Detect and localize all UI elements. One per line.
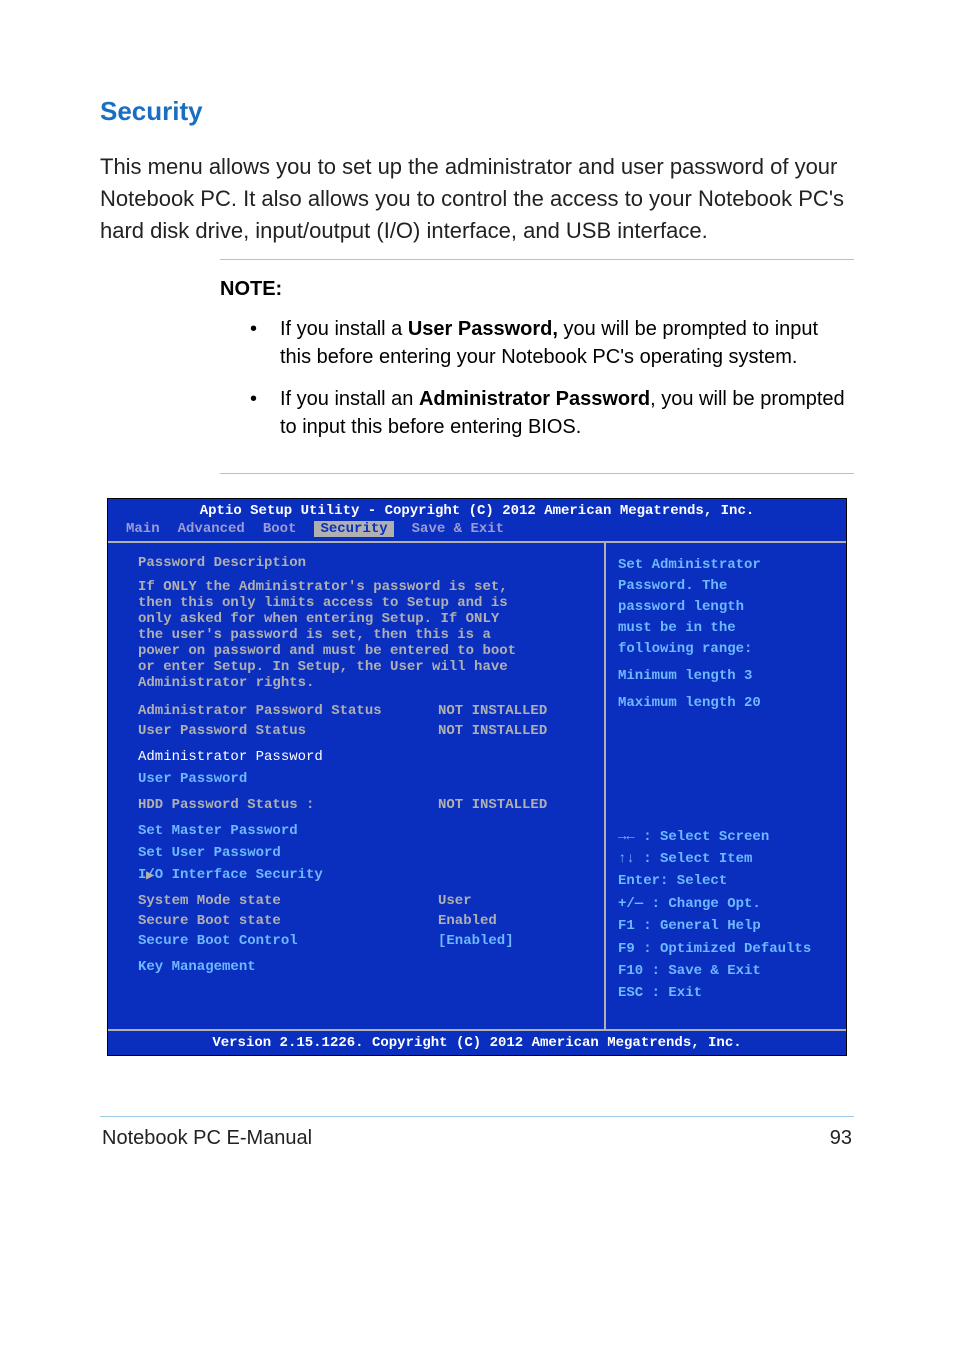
bios-admin-password-item[interactable]: Administrator Password (138, 749, 586, 765)
note-bullet-1: If you install a User Password, you will… (220, 315, 854, 371)
bios-keyhelp-line: →← : Select Screen (618, 826, 838, 848)
note-label: NOTE: (220, 278, 854, 301)
bios-keyhelp-line: F9 : Optimized Defaults (618, 938, 838, 960)
bios-secure-boot-control[interactable]: Secure Boot Control (138, 933, 438, 949)
bios-system-mode-value: User (438, 893, 472, 909)
note-box: NOTE: If you install a User Password, yo… (220, 259, 854, 474)
bios-screenshot: Aptio Setup Utility - Copyright (C) 2012… (107, 498, 847, 1056)
bios-keyhelp-line: +/— : Change Opt. (618, 893, 838, 915)
bios-help-line: Maximum length 20 (618, 693, 838, 714)
bios-help-line: Minimum length 3 (618, 666, 838, 687)
bios-tab-boot[interactable]: Boot (263, 521, 297, 537)
bios-hdd-status-label: HDD Password Status : (138, 797, 438, 813)
bios-admin-status-label: Administrator Password Status (138, 703, 438, 719)
bios-keyhelp-line: ESC : Exit (618, 982, 838, 1004)
bios-help-line: Set Administrator (618, 555, 838, 576)
bios-desc-line: the user's password is set, then this is… (138, 627, 586, 643)
bios-secure-boot-control-value[interactable]: [Enabled] (438, 933, 514, 949)
bios-user-status-label: User Password Status (138, 723, 438, 739)
note-1-pre: If you install a (280, 318, 408, 340)
bios-desc-line: only asked for when entering Setup. If O… (138, 611, 586, 627)
bios-tab-bar: Main Advanced Boot Security Save & Exit (108, 521, 846, 543)
bios-help-line: Password. The (618, 576, 838, 597)
bios-keyhelp-line: F1 : General Help (618, 915, 838, 937)
bios-key-management[interactable]: Key Management (138, 959, 586, 975)
footer-title: Notebook PC E-Manual (102, 1127, 312, 1150)
bios-desc-line: or enter Setup. In Setup, the User will … (138, 659, 586, 675)
bios-help-line: following range: (618, 639, 838, 660)
bios-admin-status-value: NOT INSTALLED (438, 703, 547, 719)
bios-tab-security[interactable]: Security (314, 521, 393, 537)
note-bullet-2: If you install an Administrator Password… (220, 385, 854, 441)
bios-hdd-status-value: NOT INSTALLED (438, 797, 547, 813)
bios-set-user-password[interactable]: Set User Password (138, 845, 586, 861)
bios-desc-line: Administrator rights. (138, 675, 586, 691)
bios-desc-line: If ONLY the Administrator's password is … (138, 579, 586, 595)
bios-tab-advanced[interactable]: Advanced (178, 521, 245, 537)
bios-title: Aptio Setup Utility - Copyright (C) 2012… (108, 499, 846, 521)
bios-desc-line: then this only limits access to Setup an… (138, 595, 586, 611)
footer-divider (100, 1116, 854, 1117)
bios-version-line: Version 2.15.1226. Copyright (C) 2012 Am… (108, 1031, 846, 1055)
section-heading: Security (100, 96, 854, 127)
note-1-bold: User Password, (408, 318, 558, 340)
bios-io-interface-security[interactable]: I/O Interface Security (138, 867, 323, 883)
bios-secure-boot-state-label: Secure Boot state (138, 913, 438, 929)
bios-help-line: must be in the (618, 618, 838, 639)
bios-keyhelp-line: Enter: Select (618, 870, 838, 892)
section-body: This menu allows you to set up the admin… (100, 151, 854, 247)
bios-set-master-password[interactable]: Set Master Password (138, 823, 586, 839)
page-number: 93 (830, 1127, 852, 1150)
bios-desc-line: power on password and must be entered to… (138, 643, 586, 659)
bios-tab-save-exit[interactable]: Save & Exit (412, 521, 504, 537)
note-2-bold: Administrator Password (419, 388, 650, 410)
bios-user-status-value: NOT INSTALLED (438, 723, 547, 739)
bios-secure-boot-state-value: Enabled (438, 913, 497, 929)
triangle-right-icon: ▶ (146, 867, 154, 884)
note-2-pre: If you install an (280, 388, 419, 410)
bios-password-description-heading: Password Description (138, 555, 586, 571)
bios-user-password-item[interactable]: User Password (138, 771, 586, 787)
bios-keyhelp-line: F10 : Save & Exit (618, 960, 838, 982)
bios-help-line: password length (618, 597, 838, 618)
bios-tab-main[interactable]: Main (126, 521, 160, 537)
bios-system-mode-label: System Mode state (138, 893, 438, 909)
bios-keyhelp-line: ↑↓ : Select Item (618, 848, 838, 870)
